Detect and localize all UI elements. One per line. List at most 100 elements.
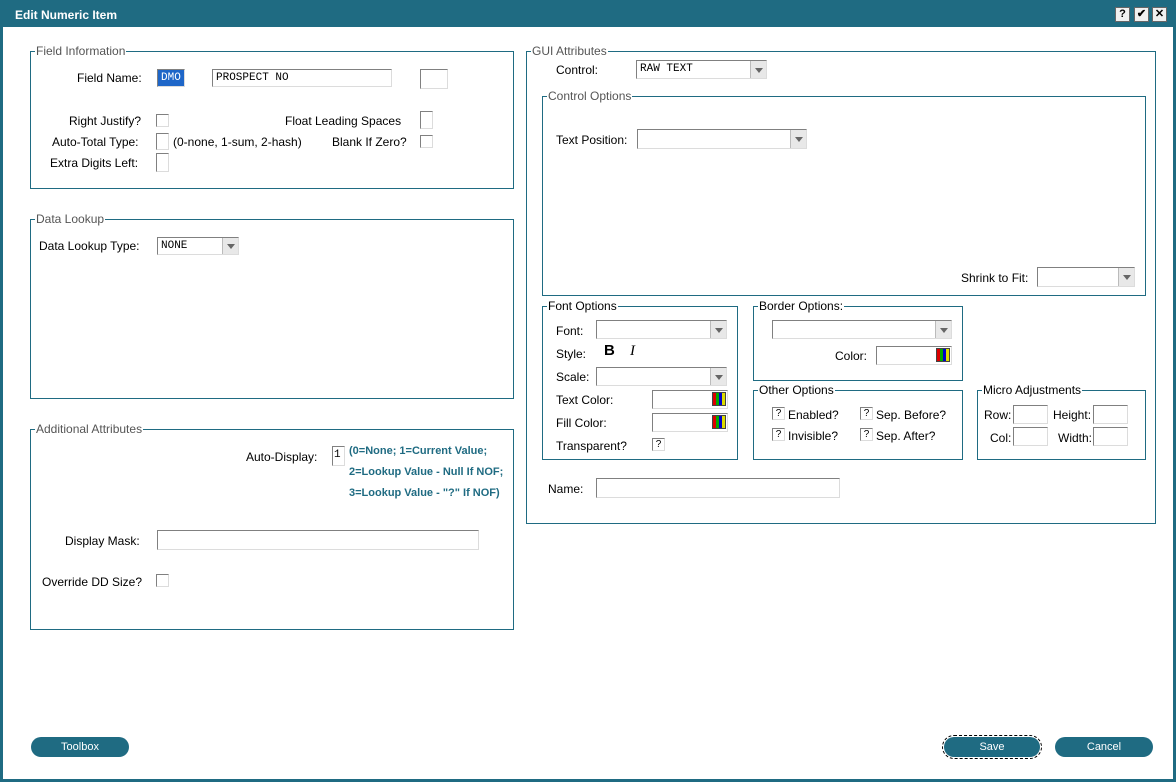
col-label: Col: [990, 431, 1012, 445]
shrink-to-fit-label: Shrink to Fit: [961, 271, 1029, 285]
sep-after-checkbox[interactable]: ? [860, 428, 873, 441]
float-leading-spaces-checkbox[interactable] [420, 111, 433, 129]
fill-color-label: Fill Color: [556, 416, 607, 430]
sep-before-checkbox[interactable]: ? [860, 407, 873, 420]
enabled-label: Enabled? [788, 408, 839, 422]
text-color-input[interactable] [652, 390, 728, 409]
font-options-legend: Font Options [547, 299, 618, 313]
field-extra-input[interactable] [420, 69, 448, 89]
extra-digits-left-label: Extra Digits Left: [50, 156, 139, 170]
scale-label: Scale: [556, 370, 590, 384]
name-input[interactable] [596, 478, 840, 498]
auto-display-note-1: (0=None; 1=Current Value; [349, 445, 488, 457]
chevron-down-icon [710, 321, 726, 338]
data-lookup-type-select[interactable]: NONE [157, 237, 239, 255]
sep-before-label: Sep. Before? [876, 408, 947, 422]
data-lookup-type-value: NONE [161, 240, 188, 252]
additional-attributes-legend: Additional Attributes [35, 422, 144, 436]
auto-display-note-2: 2=Lookup Value - Null If NOF; [349, 466, 504, 478]
field-information-group: Field Information Field Name: DMO PROSPE… [30, 44, 514, 189]
control-options-group: Control Options Text Position: Shrink to… [542, 89, 1146, 296]
invisible-checkbox[interactable]: ? [772, 428, 785, 441]
width-input[interactable] [1093, 427, 1128, 446]
chevron-down-icon [750, 61, 766, 78]
edit-numeric-item-window: Edit Numeric Item ? ✔ ✕ Field Informatio… [0, 0, 1176, 782]
blank-if-zero-label: Blank If Zero? [332, 135, 407, 149]
fill-color-input[interactable] [652, 413, 728, 432]
color-picker-icon[interactable] [936, 348, 950, 362]
col-input[interactable] [1013, 427, 1048, 446]
display-mask-label: Display Mask: [65, 534, 140, 548]
text-position-label: Text Position: [556, 133, 628, 147]
color-picker-icon[interactable] [712, 392, 726, 406]
field-name-input[interactable]: PROSPECT NO [212, 69, 392, 87]
other-options-legend: Other Options [758, 383, 835, 397]
toolbox-button[interactable]: Toolbox [31, 737, 129, 757]
micro-adjustments-group: Micro Adjustments Row: Height: Col: Widt… [977, 383, 1146, 460]
invisible-label: Invisible? [788, 429, 839, 443]
chevron-down-icon [790, 130, 806, 148]
float-leading-spaces-label: Float Leading Spaces [285, 114, 402, 128]
gui-attributes-group: GUI Attributes Control: RAW TEXT Control… [526, 44, 1156, 524]
data-lookup-group: Data Lookup Data Lookup Type: NONE [30, 212, 514, 399]
bold-button[interactable]: B [604, 343, 615, 358]
width-label: Width: [1058, 431, 1093, 445]
text-position-select[interactable] [637, 129, 807, 149]
auto-total-type-input[interactable] [156, 133, 169, 150]
enabled-checkbox[interactable]: ? [772, 407, 785, 420]
file-prefix-input[interactable]: DMO [157, 69, 185, 87]
ok-check-button[interactable]: ✔ [1134, 7, 1149, 22]
transparent-label: Transparent? [556, 439, 627, 453]
border-style-select[interactable] [772, 320, 952, 339]
border-color-label: Color: [835, 349, 868, 363]
row-input[interactable] [1013, 405, 1048, 424]
row-label: Row: [984, 408, 1012, 422]
height-input[interactable] [1093, 405, 1128, 424]
shrink-to-fit-select[interactable] [1037, 267, 1135, 287]
chevron-down-icon [935, 321, 951, 338]
border-options-group: Border Options: Color: [753, 299, 963, 381]
control-select[interactable]: RAW TEXT [636, 60, 767, 79]
data-lookup-type-label: Data Lookup Type: [39, 239, 140, 253]
transparent-checkbox[interactable]: ? [652, 438, 665, 451]
override-dd-size-label: Override DD Size? [42, 575, 143, 589]
close-button[interactable]: ✕ [1152, 7, 1167, 22]
font-select[interactable] [596, 320, 727, 339]
font-label: Font: [556, 324, 584, 338]
control-label: Control: [556, 63, 599, 77]
color-picker-icon[interactable] [712, 415, 726, 429]
height-label: Height: [1053, 408, 1092, 422]
save-button[interactable]: Save [942, 735, 1042, 759]
blank-if-zero-checkbox[interactable] [420, 135, 433, 148]
chevron-down-icon [710, 368, 726, 385]
border-color-input[interactable] [876, 346, 952, 365]
right-justify-label: Right Justify? [69, 114, 142, 128]
scale-select[interactable] [596, 367, 727, 386]
border-options-legend: Border Options: [758, 299, 845, 313]
chevron-down-icon [1118, 268, 1134, 286]
gui-attributes-legend: GUI Attributes [531, 44, 608, 58]
field-name-label: Field Name: [77, 71, 142, 85]
right-justify-checkbox[interactable] [156, 114, 169, 127]
sep-after-label: Sep. After? [876, 429, 936, 443]
additional-attributes-group: Additional Attributes Auto-Display: 1 (0… [30, 422, 514, 630]
override-dd-size-checkbox[interactable] [156, 574, 169, 587]
chevron-down-icon [222, 238, 238, 254]
auto-display-label: Auto-Display: [246, 450, 318, 464]
name-label: Name: [548, 482, 584, 496]
control-options-legend: Control Options [547, 89, 633, 103]
auto-total-type-hint: (0-none, 1-sum, 2-hash) [173, 135, 302, 149]
title-bar: Edit Numeric Item ? ✔ ✕ [3, 3, 1173, 27]
data-lookup-legend: Data Lookup [35, 212, 106, 226]
help-button[interactable]: ? [1115, 7, 1130, 22]
auto-display-note-3: 3=Lookup Value - "?" If NOF) [349, 487, 500, 499]
style-label: Style: [556, 347, 587, 361]
extra-digits-left-input[interactable] [156, 153, 169, 172]
cancel-button[interactable]: Cancel [1055, 737, 1153, 757]
auto-display-input[interactable]: 1 [332, 446, 345, 466]
display-mask-input[interactable] [157, 530, 479, 550]
font-options-group: Font Options Font: Style: B I Scale: Tex… [542, 299, 738, 460]
window-title: Edit Numeric Item [15, 8, 118, 22]
field-information-legend: Field Information [35, 44, 127, 58]
italic-button[interactable]: I [630, 344, 635, 359]
